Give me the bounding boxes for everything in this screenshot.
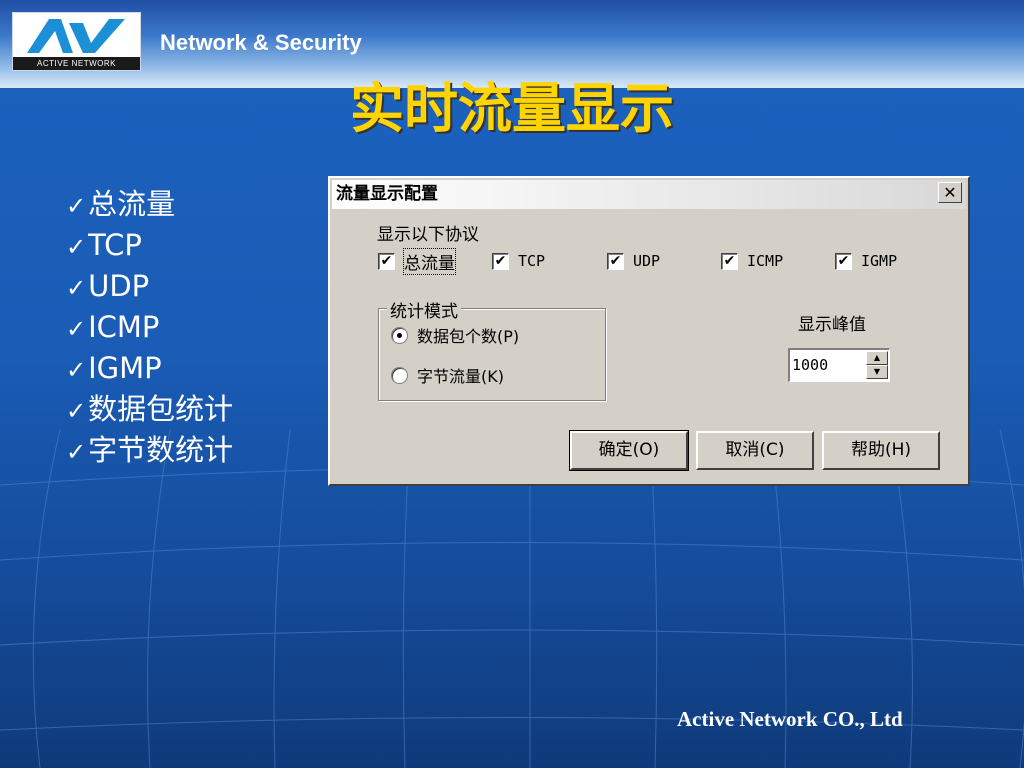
spinner-buttons: ▲ ▼: [866, 351, 888, 379]
checkbox-total-traffic[interactable]: ✔ 总流量: [378, 247, 456, 275]
spin-down-icon[interactable]: ▼: [866, 365, 888, 379]
radio-packet-count[interactable]: 数据包个数(P): [391, 324, 519, 346]
ok-button[interactable]: 确定(O): [569, 430, 689, 471]
list-item: ✓数据包统计: [66, 392, 234, 426]
logo-mark-icon: [27, 19, 125, 53]
brand-tagline: Network & Security: [160, 30, 362, 55]
protocols-label: 显示以下协议: [377, 225, 479, 245]
stat-mode-label: 统计模式: [387, 297, 461, 322]
stat-mode-group: 统计模式 数据包个数(P) 字节流量(K): [378, 297, 606, 401]
check-icon: ✓: [66, 274, 87, 302]
check-icon: ✓: [66, 438, 87, 466]
spin-up-icon[interactable]: ▲: [866, 351, 888, 365]
list-item: ✓UDP: [66, 269, 150, 303]
list-item: ✓总流量: [66, 187, 176, 221]
check-icon: ✓: [66, 356, 87, 384]
check-icon: ✓: [66, 315, 87, 343]
checkbox-icon[interactable]: ✔: [835, 252, 852, 270]
dialog-title: 流量显示配置: [332, 180, 966, 209]
checkbox-label: ICMP: [747, 252, 784, 270]
check-icon: ✓: [66, 397, 87, 425]
checkbox-icmp[interactable]: ✔ ICMP: [721, 250, 783, 272]
radio-label: 数据包个数(P): [417, 327, 520, 346]
feature-list: ✓总流量 ✓TCP ✓UDP ✓ICMP ✓IGMP ✓数据包统计 ✓字节数统计: [66, 184, 233, 471]
radio-selected-icon[interactable]: [391, 326, 408, 344]
peak-value-spinner[interactable]: ▲ ▼: [788, 348, 890, 382]
cancel-button[interactable]: 取消(C): [696, 431, 814, 470]
checkbox-label: 总流量: [403, 247, 456, 275]
list-item: ✓IGMP: [66, 351, 162, 385]
slide-title: 实时流量显示: [350, 77, 674, 140]
help-button[interactable]: 帮助(H): [822, 431, 940, 470]
checkbox-icon[interactable]: ✔: [607, 252, 624, 270]
checkbox-icon[interactable]: ✔: [378, 252, 395, 270]
check-icon: ✓: [66, 233, 87, 261]
footer-company: Active Network CO., Ltd: [677, 707, 903, 731]
traffic-display-config-dialog: 流量显示配置 ✕ 显示以下协议 ✔ 总流量 ✔ TCP ✔ UDP ✔ ICMP…: [328, 176, 970, 486]
checkbox-label: UDP: [633, 252, 661, 270]
checkbox-icon[interactable]: ✔: [492, 252, 509, 270]
radio-unselected-icon[interactable]: [391, 366, 408, 384]
list-item: ✓TCP: [66, 228, 142, 262]
peak-value-label: 显示峰值: [798, 315, 866, 335]
checkbox-label: TCP: [518, 252, 546, 270]
check-icon: ✓: [66, 192, 87, 220]
list-item: ✓字节数统计: [66, 433, 234, 467]
checkbox-udp[interactable]: ✔ UDP: [607, 250, 660, 272]
company-logo: ACTIVE NETWORK: [12, 12, 141, 71]
radio-byte-traffic[interactable]: 字节流量(K): [391, 364, 504, 386]
radio-label: 字节流量(K): [417, 367, 504, 386]
checkbox-tcp[interactable]: ✔ TCP: [492, 250, 545, 272]
checkbox-icon[interactable]: ✔: [721, 252, 738, 270]
checkbox-label: IGMP: [861, 252, 898, 270]
list-item: ✓ICMP: [66, 310, 160, 344]
close-button[interactable]: ✕: [938, 182, 962, 203]
checkbox-igmp[interactable]: ✔ IGMP: [835, 250, 897, 272]
peak-value-input[interactable]: [792, 354, 864, 376]
